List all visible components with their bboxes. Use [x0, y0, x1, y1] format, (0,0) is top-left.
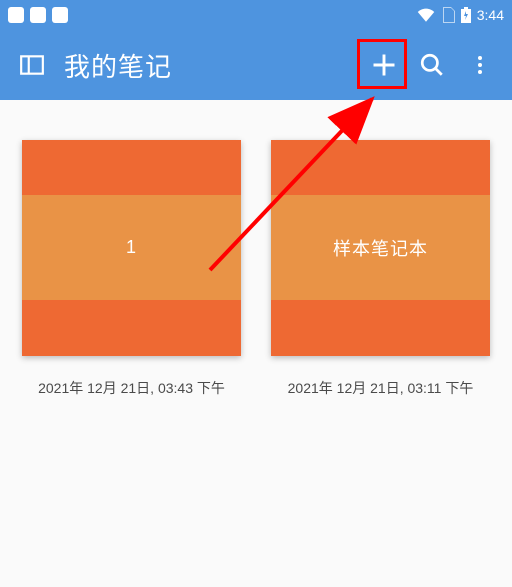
notebook-cover[interactable]: 样本笔记本: [271, 140, 490, 356]
status-left: [8, 7, 68, 23]
sim-icon: [441, 7, 455, 23]
app-bar: 我的笔记: [0, 30, 512, 100]
notebook-date: 2021年 12月 21日, 03:43 下午: [38, 378, 225, 398]
panel-icon: [19, 52, 45, 78]
notebook-card: 1 2021年 12月 21日, 03:43 下午: [22, 140, 241, 398]
add-button[interactable]: [360, 41, 408, 89]
search-icon: [419, 52, 445, 78]
status-bar: 3:44: [0, 0, 512, 30]
notebook-cover[interactable]: 1: [22, 140, 241, 356]
more-vert-icon: [468, 53, 492, 77]
status-right: 3:44: [417, 7, 504, 23]
recent-apps-indicator: [8, 7, 24, 23]
page-title: 我的笔记: [64, 47, 360, 84]
notebook-card: 样本笔记本 2021年 12月 21日, 03:11 下午: [271, 140, 490, 398]
notebook-grid: 1 2021年 12月 21日, 03:43 下午 样本笔记本 2021年 12…: [0, 100, 512, 418]
status-time: 3:44: [477, 7, 504, 23]
recent-apps-indicator: [52, 7, 68, 23]
wifi-icon: [417, 8, 435, 22]
drawer-button[interactable]: [8, 41, 56, 89]
battery-icon: [461, 7, 471, 23]
overflow-button[interactable]: [456, 41, 504, 89]
notebook-date: 2021年 12月 21日, 03:11 下午: [288, 378, 474, 398]
plus-icon: [370, 51, 398, 79]
search-button[interactable]: [408, 41, 456, 89]
recent-apps-indicator: [30, 7, 46, 23]
notebook-title: 1: [22, 195, 241, 300]
notebook-title: 样本笔记本: [271, 195, 490, 300]
